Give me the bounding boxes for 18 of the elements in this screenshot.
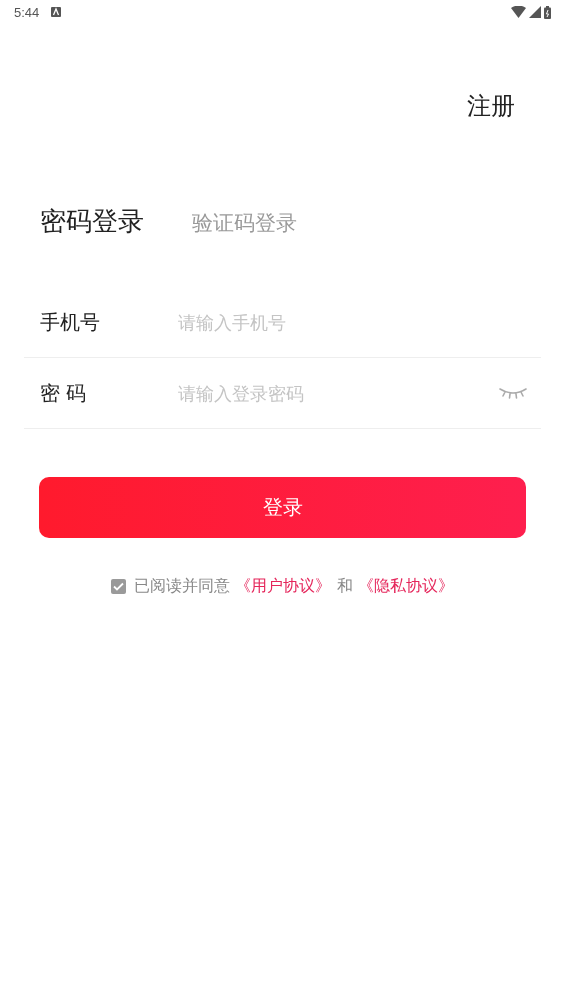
input-field[interactable]: 请输入手机号 xyxy=(176,310,527,334)
agreement-text: 已阅读并同意 《用户协议》 和 《隐私协议》 xyxy=(134,576,454,597)
privacy-agreement-link[interactable]: 《隐私协议》 xyxy=(357,576,454,595)
closed-eye-icon[interactable] xyxy=(499,387,527,399)
signal-icon xyxy=(529,6,541,18)
login-tab[interactable]: 验证码登录 xyxy=(192,209,297,237)
login-tab[interactable]: 密码登录 xyxy=(40,204,144,239)
wifi-icon xyxy=(511,6,526,18)
agreement-checkbox[interactable] xyxy=(111,579,127,594)
field-label: 密 码 xyxy=(40,379,88,407)
notification-icon xyxy=(51,7,62,17)
field-label: 手机号 xyxy=(40,308,101,336)
register-link[interactable]: 注册 xyxy=(467,90,515,122)
input-field[interactable]: 请输入登录密码 xyxy=(176,381,499,405)
status-time: 5:44 xyxy=(14,4,40,20)
user-agreement-link[interactable]: 《用户协议》 xyxy=(235,576,332,595)
battery-icon xyxy=(544,5,551,19)
login-button[interactable]: 登录 xyxy=(39,477,526,538)
